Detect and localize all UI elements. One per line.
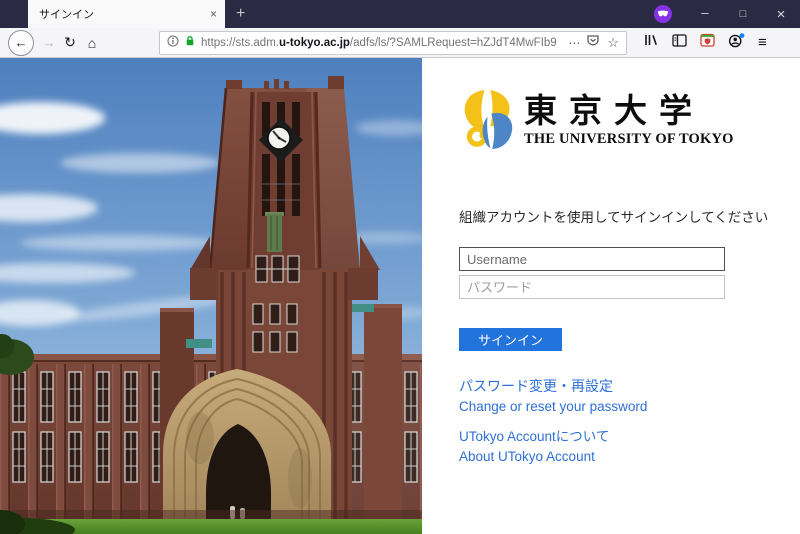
campus-photo <box>0 58 422 534</box>
page-content: 東京大学 THE UNIVERSITY OF TOKYO 組織アカウントを使用し… <box>0 58 800 534</box>
url-path: /adfs/ls/?SAMLRequest=hZJdT4MwFIb9 <box>350 37 557 49</box>
url-bar[interactable]: https://sts.adm.u-tokyo.ac.jp/adfs/ls/?S… <box>159 31 627 55</box>
username-input[interactable] <box>459 247 725 271</box>
https-lock-icon[interactable] <box>184 34 196 52</box>
signin-instruction: 組織アカウントを使用してサインインしてください <box>459 206 782 226</box>
ginkgo-leaf-icon <box>459 87 516 154</box>
forward-button[interactable]: → <box>39 31 59 55</box>
hamburger-menu-icon[interactable]: ≡ <box>758 34 767 51</box>
change-password-link-jp[interactable]: パスワード変更・再設定 <box>459 376 782 396</box>
about-account-link-en[interactable]: About UTokyo Account <box>459 449 782 464</box>
reload-button[interactable]: ↻ <box>59 31 81 55</box>
minimize-button[interactable]: – <box>686 0 724 30</box>
titlebar: サインイン × + – □ × <box>0 0 800 28</box>
about-account-link-jp[interactable]: UTokyo Accountについて <box>459 425 782 445</box>
home-button[interactable]: ⌂ <box>81 31 103 55</box>
window-close-button[interactable]: × <box>762 0 800 28</box>
password-input[interactable] <box>459 275 725 299</box>
url-domain: u-tokyo.ac.jp <box>279 37 350 49</box>
bookmark-star-icon[interactable]: ☆ <box>607 35 619 51</box>
maximize-button[interactable]: □ <box>724 0 762 28</box>
tab-title: サインイン <box>39 6 204 22</box>
url-prefix: https://sts.adm. <box>201 37 279 49</box>
sidebar-icon[interactable] <box>672 34 687 52</box>
account-icon[interactable] <box>728 33 745 53</box>
logo-title-en: THE UNIVERSITY OF TOKYO <box>524 131 734 148</box>
signin-button[interactable]: サインイン <box>459 328 562 351</box>
library-icon[interactable] <box>643 33 659 52</box>
tab-close-icon[interactable]: × <box>210 7 217 21</box>
window-controls: – □ × <box>654 0 800 28</box>
login-panel: 東京大学 THE UNIVERSITY OF TOKYO 組織アカウントを使用し… <box>422 58 800 534</box>
utokyo-logo: 東京大学 THE UNIVERSITY OF TOKYO <box>459 87 782 154</box>
site-info-icon[interactable] <box>167 34 179 52</box>
logo-title-jp: 東京大学 <box>524 94 734 129</box>
toolbar-right-icons: ≡ <box>643 33 767 53</box>
page-actions-icon[interactable]: ⋯ <box>568 36 581 50</box>
extension-icon[interactable] <box>700 33 715 52</box>
back-button[interactable]: ← <box>8 30 34 56</box>
change-password-link-en[interactable]: Change or reset your password <box>459 399 782 414</box>
navigation-toolbar: ← → ↻ ⌂ https://sts.adm.u-tokyo.ac.jp/ad… <box>0 28 800 58</box>
browser-tab[interactable]: サインイン × <box>28 0 225 28</box>
url-text[interactable]: https://sts.adm.u-tokyo.ac.jp/adfs/ls/?S… <box>201 37 563 49</box>
browser-window: サインイン × + – □ × ← → ↻ ⌂ https://sts.adm.… <box>0 0 800 534</box>
logo-text: 東京大学 THE UNIVERSITY OF TOKYO <box>524 87 734 148</box>
private-browsing-mask-icon <box>654 5 672 23</box>
new-tab-button[interactable]: + <box>225 0 256 28</box>
pocket-icon[interactable] <box>586 34 600 52</box>
